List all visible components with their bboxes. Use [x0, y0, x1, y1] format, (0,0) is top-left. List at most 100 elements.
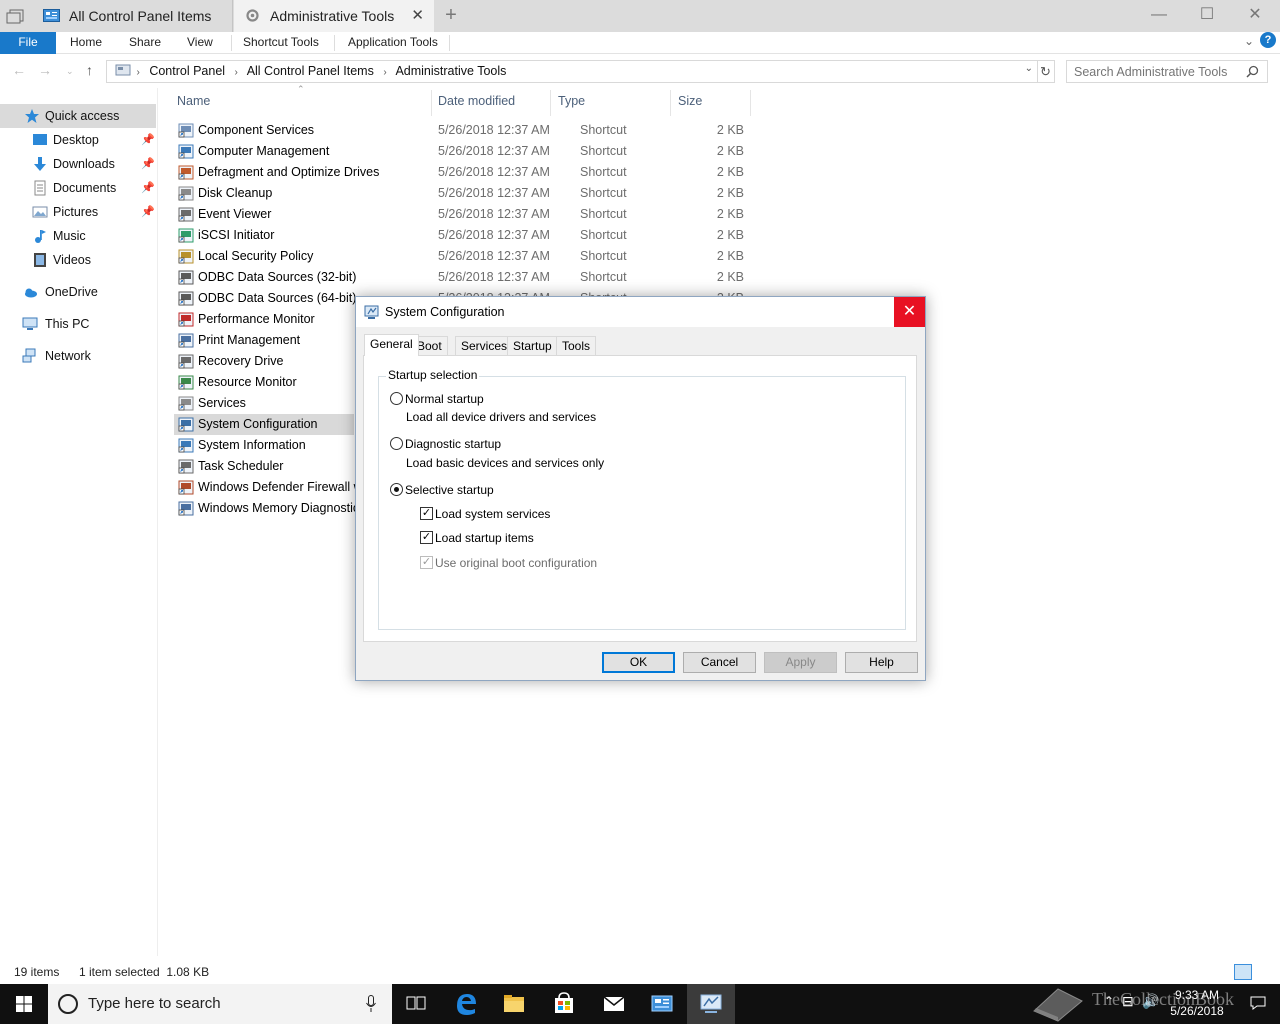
minimize-icon[interactable]: — — [1136, 0, 1182, 32]
sidebar-item-quick-access[interactable]: Quick access — [0, 104, 156, 128]
windows-start-icon[interactable] — [0, 984, 48, 1024]
mail-icon[interactable] — [590, 984, 638, 1024]
maximize-icon[interactable]: ☐ — [1184, 0, 1230, 32]
sidebar-item-pictures[interactable]: Pictures 📌 — [0, 200, 156, 224]
recent-locations-chevron-icon[interactable]: ⌄ — [66, 66, 74, 77]
search-icon[interactable] — [1246, 65, 1259, 78]
breadcrumb-separator-icon[interactable]: › — [235, 67, 238, 78]
column-divider[interactable] — [550, 90, 551, 116]
file-explorer-icon[interactable] — [490, 984, 538, 1024]
tab-general[interactable]: General — [364, 334, 419, 356]
address-bar[interactable]: › Control Panel › All Control Panel Item… — [106, 60, 1038, 83]
close-window-icon[interactable]: ✕ — [1232, 0, 1278, 32]
ribbon-tab-application-tools[interactable]: Application Tools — [348, 32, 438, 54]
breadcrumb-all-control-panel-items[interactable]: All Control Panel Items — [247, 64, 374, 78]
task-view-icon[interactable] — [392, 984, 440, 1024]
column-divider[interactable] — [750, 90, 751, 116]
file-row[interactable]: iSCSI Initiator 5/26/2018 12:37 AM Shortcu… — [174, 225, 754, 246]
normal-startup-radio[interactable] — [390, 392, 403, 405]
back-arrow-icon[interactable]: ← — [12, 62, 26, 78]
tab-administrative-tools[interactable]: Administrative Tools ✕ — [234, 0, 434, 32]
column-divider[interactable] — [670, 90, 671, 116]
breadcrumb-separator-icon[interactable]: › — [383, 67, 386, 78]
microphone-icon[interactable] — [366, 995, 376, 1013]
address-dropdown-icon[interactable]: ⌄ — [1025, 63, 1033, 74]
system-configuration-taskbar-icon[interactable] — [687, 984, 735, 1024]
up-arrow-icon[interactable]: ↑ — [86, 62, 93, 78]
column-divider[interactable] — [431, 90, 432, 116]
ribbon-tab-shortcut-tools[interactable]: Shortcut Tools — [243, 32, 319, 54]
tab-startup[interactable]: Startup — [507, 336, 558, 355]
help-button[interactable]: Help — [845, 652, 918, 673]
dialog-title-bar[interactable]: System Configuration ✕ — [356, 297, 925, 327]
taskbar-search-box[interactable]: Type here to search — [48, 984, 392, 1024]
pin-icon[interactable]: 📌 — [141, 176, 155, 200]
file-row[interactable]: Defragment and Optimize Drives 5/26/2018 … — [174, 162, 754, 183]
tab-tools[interactable]: Tools — [556, 336, 597, 355]
help-icon[interactable]: ? — [1260, 32, 1276, 48]
network-status-icon[interactable]: ⊟ — [1122, 993, 1134, 1010]
cancel-button[interactable]: Cancel — [683, 652, 756, 673]
selective-startup-radio[interactable] — [390, 483, 403, 496]
sidebar-item-desktop[interactable]: Desktop 📌 — [0, 128, 156, 152]
checkbox-label: Load startup items — [435, 531, 534, 545]
sidebar-item-documents[interactable]: Documents 📌 — [0, 176, 156, 200]
diagnostic-startup-radio[interactable] — [390, 437, 403, 450]
sidebar-item-this-pc[interactable]: This PC — [0, 312, 156, 336]
file-row[interactable]: System Configuration — [174, 414, 354, 435]
pin-icon[interactable]: 📌 — [141, 200, 155, 224]
ok-button[interactable]: OK — [602, 652, 675, 673]
file-row[interactable]: Disk Cleanup 5/26/2018 12:37 AM Shortcut 2 … — [174, 183, 754, 204]
tab-services[interactable]: Services — [455, 336, 514, 355]
clock[interactable]: 9:33 AM 5/26/2018 — [1162, 987, 1232, 1019]
admin-tools-icon — [246, 9, 259, 22]
load-startup-items-checkbox[interactable]: ✓ — [420, 531, 433, 544]
load-system-services-checkbox[interactable]: ✓ — [420, 507, 433, 520]
ribbon-tab-file[interactable]: File — [0, 32, 56, 54]
shortcut-icon — [178, 312, 194, 327]
details-view-icon[interactable] — [1234, 964, 1252, 980]
sidebar-item-music[interactable]: Music — [0, 224, 156, 248]
close-tab-icon[interactable]: ✕ — [411, 0, 424, 32]
volume-icon[interactable]: 🔊 — [1142, 993, 1159, 1010]
sidebar-item-downloads[interactable]: Downloads 📌 — [0, 152, 156, 176]
sidebar-item-onedrive[interactable]: OneDrive — [0, 280, 156, 304]
ribbon-tab-share[interactable]: Share — [129, 32, 161, 54]
sidebar-item-network[interactable]: Network — [0, 344, 156, 368]
new-tab-icon[interactable]: + — [440, 4, 462, 28]
ribbon-tab-view[interactable]: View — [187, 32, 213, 54]
checkbox-label: Load system services — [435, 507, 551, 521]
file-row[interactable]: Computer Management 5/26/2018 12:37 AM Sho… — [174, 141, 754, 162]
column-header-date-modified[interactable]: Date modified — [438, 88, 515, 114]
column-header-name[interactable]: Name — [177, 88, 210, 114]
file-row[interactable]: Event Viewer 5/26/2018 12:37 AM Shortcut 2 … — [174, 204, 754, 225]
file-row[interactable]: Local Security Policy 5/26/2018 12:37 AM S… — [174, 246, 754, 267]
forward-arrow-icon[interactable]: → — [38, 62, 52, 78]
file-size: 2 KB — [716, 249, 744, 263]
refresh-icon[interactable]: ↻ — [1037, 60, 1055, 83]
file-row[interactable]: Component Services 5/26/2018 12:37 AM Shor… — [174, 120, 754, 141]
edge-browser-icon[interactable] — [442, 984, 490, 1024]
dialog-close-icon[interactable]: ✕ — [894, 297, 925, 327]
search-input[interactable] — [1067, 61, 1237, 82]
microsoft-store-icon[interactable] — [540, 984, 588, 1024]
ribbon-tab-home[interactable]: Home — [70, 32, 102, 54]
column-header-type[interactable]: Type — [558, 88, 585, 114]
large-icons-view-icon[interactable] — [1254, 964, 1272, 980]
expand-ribbon-icon[interactable]: ⌄ — [1244, 34, 1254, 48]
column-header-size[interactable]: Size — [678, 88, 702, 114]
search-box[interactable] — [1066, 60, 1268, 83]
action-center-icon[interactable] — [1250, 995, 1266, 1011]
breadcrumb-administrative-tools[interactable]: Administrative Tools — [395, 64, 506, 78]
show-hidden-icons-icon[interactable]: ⌃ — [1104, 994, 1114, 1008]
breadcrumb-control-panel[interactable]: Control Panel — [149, 64, 225, 78]
control-panel-taskbar-icon[interactable] — [638, 984, 686, 1024]
desktop-icon — [33, 134, 47, 145]
file-row[interactable]: ODBC Data Sources (32-bit) 5/26/2018 12:3… — [174, 267, 754, 288]
tab-all-control-panel-items[interactable]: All Control Panel Items — [33, 0, 233, 32]
pin-icon[interactable]: 📌 — [141, 152, 155, 176]
pin-icon[interactable]: 📌 — [141, 128, 155, 152]
breadcrumb-separator-icon[interactable]: › — [136, 67, 139, 78]
window-switch-icon[interactable] — [5, 8, 25, 24]
sidebar-item-videos[interactable]: Videos — [0, 248, 156, 272]
